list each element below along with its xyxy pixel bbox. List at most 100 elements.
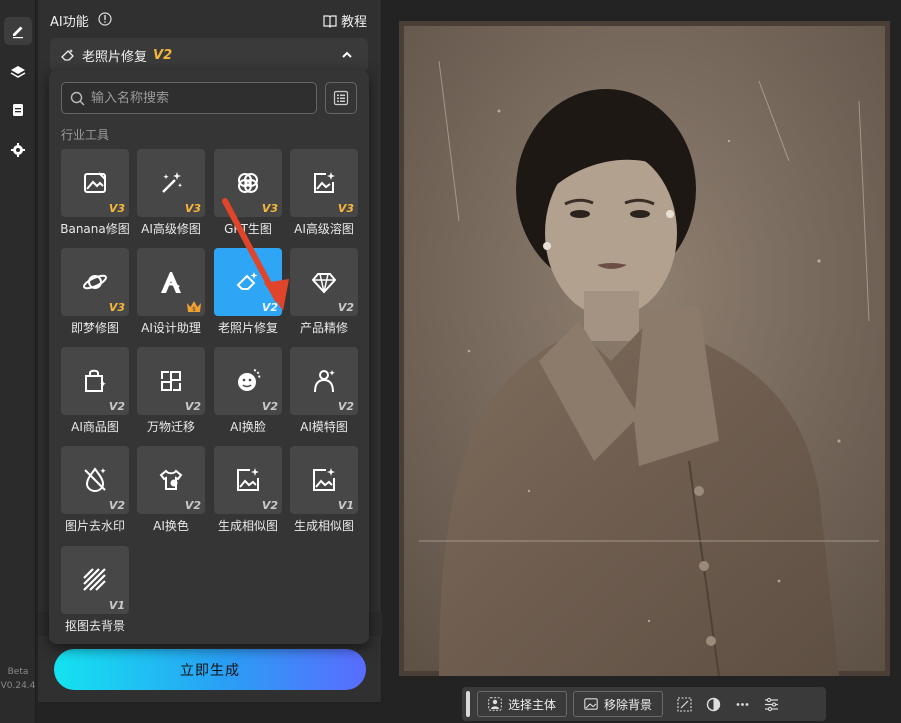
contrast-icon <box>706 697 720 711</box>
tool-tile[interactable]: V2 图片去水印 <box>61 446 129 534</box>
tool-label: 老照片修复 <box>217 321 278 335</box>
cutout-icon <box>83 568 106 591</box>
search-input[interactable] <box>91 90 311 106</box>
tool-tile[interactable]: V1 抠图去背景 <box>61 546 129 634</box>
tool-badge: V2 <box>108 499 125 512</box>
tool-tile[interactable]: V2 AI换色 <box>137 446 205 534</box>
face-swap-icon <box>238 369 261 391</box>
design-a-icon <box>161 272 181 293</box>
adjust-tool[interactable] <box>757 691 785 717</box>
tool-tile[interactable]: V2 万物迁移 <box>137 347 205 435</box>
tool-label: 产品精修 <box>299 321 348 335</box>
tool-label: 即梦修图 <box>70 321 119 335</box>
tool-label: AI商品图 <box>71 420 119 434</box>
image-edit-icon <box>84 172 106 193</box>
image-icon <box>584 698 598 710</box>
tutorial-link[interactable]: 教程 <box>323 11 367 30</box>
planet-icon <box>82 274 108 290</box>
layers-icon[interactable] <box>4 58 32 86</box>
more-icon <box>736 702 748 706</box>
tool-tile[interactable]: V2 AI换脸 <box>214 347 282 435</box>
person-select-icon <box>488 697 502 711</box>
tool-tile[interactable]: V2 AI模特图 <box>290 347 358 435</box>
left-sidebar: Beta V0.24.4 <box>0 0 36 723</box>
tool-label: Banana修图 <box>60 222 130 236</box>
tool-tile[interactable]: $ AI设计助理 <box>137 248 205 336</box>
tool-tile[interactable]: V2 AI商品图 <box>61 347 129 435</box>
more-options[interactable] <box>728 691 756 717</box>
similar-image-icon <box>237 468 259 491</box>
openai-icon <box>238 173 258 193</box>
crown-icon: $ <box>187 301 201 313</box>
similar-image-icon <box>313 468 335 491</box>
shopping-bag-icon <box>85 369 106 392</box>
category-label: 行业工具 <box>61 128 110 142</box>
image-sparkle-icon <box>314 172 335 193</box>
tool-badge: V3 <box>108 301 125 314</box>
panel-title: AI功能 <box>50 15 89 30</box>
tool-badge: V2 <box>261 499 278 512</box>
tool-tile-selected[interactable]: V2 老照片修复 <box>214 248 282 336</box>
list-view-icon <box>333 90 349 106</box>
search-box[interactable] <box>61 82 317 114</box>
book-icon <box>323 14 337 28</box>
tool-tile[interactable]: V3 AI高级溶图 <box>290 149 358 237</box>
tool-badge: V3 <box>261 202 278 215</box>
tool-badge: V2 <box>337 400 354 413</box>
version-label: V0.24.4 <box>0 681 36 691</box>
tool-badge: V3 <box>337 202 354 215</box>
tool-badge: V2 <box>337 301 354 314</box>
tutorial-label: 教程 <box>340 15 367 30</box>
eraser-icon <box>61 49 74 61</box>
drag-handle[interactable] <box>466 691 470 717</box>
select-subject-button[interactable]: 选择主体 <box>477 691 568 717</box>
list-view-toggle[interactable] <box>325 82 357 114</box>
tool-badge: V1 <box>108 599 125 612</box>
section-title: 老照片修复 <box>82 49 148 65</box>
select-subject-label: 选择主体 <box>508 697 557 712</box>
sliders-icon <box>764 697 778 711</box>
tool-badge: V3 <box>184 202 201 215</box>
generate-button[interactable]: 立即生成 <box>54 649 366 690</box>
tool-tile[interactable]: V3 Banana修图 <box>60 149 130 237</box>
tool-badge: V3 <box>108 202 125 215</box>
tool-badge: V2 <box>184 400 201 413</box>
palette-tshirt-icon <box>159 469 183 490</box>
magic-wand-icon <box>162 172 183 193</box>
eraser-icon <box>236 272 258 290</box>
pencil-icon[interactable] <box>4 17 32 45</box>
photo-image <box>399 21 890 676</box>
tool-label: 抠图去背景 <box>64 619 125 633</box>
transfer-icon <box>161 371 181 391</box>
model-icon <box>314 370 335 393</box>
crop-tool[interactable] <box>670 691 698 717</box>
tool-label: AI模特图 <box>300 420 348 434</box>
tool-tile[interactable]: V2 产品精修 <box>290 248 358 336</box>
tool-label: 生成相似图 <box>217 519 278 533</box>
section-version: V2 <box>153 47 173 63</box>
tool-tile[interactable]: V3 即梦修图 <box>61 248 129 336</box>
gear-icon[interactable] <box>4 136 32 164</box>
info-icon[interactable] <box>98 12 112 26</box>
tool-tile[interactable]: V1 生成相似图 <box>290 446 358 534</box>
chevron-up-icon[interactable] <box>340 48 354 62</box>
svg-text:$: $ <box>192 306 196 313</box>
tool-tile[interactable]: V3 AI高级修图 <box>137 149 205 237</box>
tool-label: AI高级修图 <box>141 222 201 236</box>
tool-label: AI换脸 <box>230 420 266 434</box>
tool-picker-popup: 行业工具 V3 Banana修图 V3 AI高级修图 V3 GPT生图 V3 A… <box>49 70 369 644</box>
tool-label: AI换色 <box>153 519 189 533</box>
tool-label: 万物迁移 <box>146 420 195 434</box>
search-icon <box>70 91 85 105</box>
contrast-tool[interactable] <box>699 691 727 717</box>
tool-tile[interactable]: V3 GPT生图 <box>214 149 282 237</box>
tool-badge: V2 <box>261 400 278 413</box>
image-toolbar: 选择主体 移除背景 <box>462 687 826 721</box>
beta-label: Beta <box>7 667 29 677</box>
old-photo-canvas[interactable] <box>399 21 890 676</box>
remove-background-button[interactable]: 移除背景 <box>573 691 664 717</box>
clipboard-icon[interactable] <box>4 96 32 124</box>
section-header-old-photo[interactable]: 老照片修复 V2 <box>50 38 368 72</box>
diamond-icon <box>311 273 337 294</box>
tool-tile[interactable]: V2 生成相似图 <box>214 446 282 534</box>
